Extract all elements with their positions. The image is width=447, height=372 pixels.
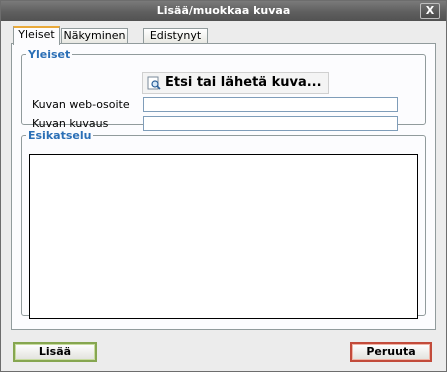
- preview-legend: Esikatselu: [28, 129, 92, 142]
- browse-button[interactable]: Etsi tai lähetä kuva...: [142, 72, 329, 94]
- preview-area: [29, 154, 418, 319]
- close-button[interactable]: X: [420, 3, 440, 19]
- preview-fieldset: Esikatselu: [21, 129, 426, 319]
- tab-edistynyt[interactable]: Edistynyt: [143, 28, 208, 44]
- general-fieldset: Yleiset Etsi tai lähetä kuva... Kuvan we…: [21, 48, 426, 131]
- dialog-title: Lisää/muokkaa kuvaa: [156, 4, 291, 17]
- tab-yleiset[interactable]: Yleiset: [13, 26, 60, 45]
- tab-panel: Yleiset Etsi tai lähetä kuva... Kuvan we…: [11, 43, 436, 330]
- url-label: Kuvan web-osoite: [32, 98, 130, 111]
- close-icon: X: [425, 4, 435, 17]
- browse-label: Etsi tai lähetä kuva...: [165, 75, 322, 90]
- general-legend: Yleiset: [28, 48, 71, 61]
- browse-image-icon: [147, 76, 161, 90]
- image-dialog: Lisää/muokkaa kuvaa X Yleiset Näkyminen …: [0, 0, 447, 372]
- insert-button[interactable]: Lisää: [13, 342, 97, 362]
- image-url-input[interactable]: [143, 97, 398, 112]
- tab-nakyminen[interactable]: Näkyminen: [61, 28, 128, 44]
- cancel-button[interactable]: Peruuta: [350, 342, 432, 362]
- dialog-titlebar[interactable]: Lisää/muokkaa kuvaa X: [1, 1, 446, 21]
